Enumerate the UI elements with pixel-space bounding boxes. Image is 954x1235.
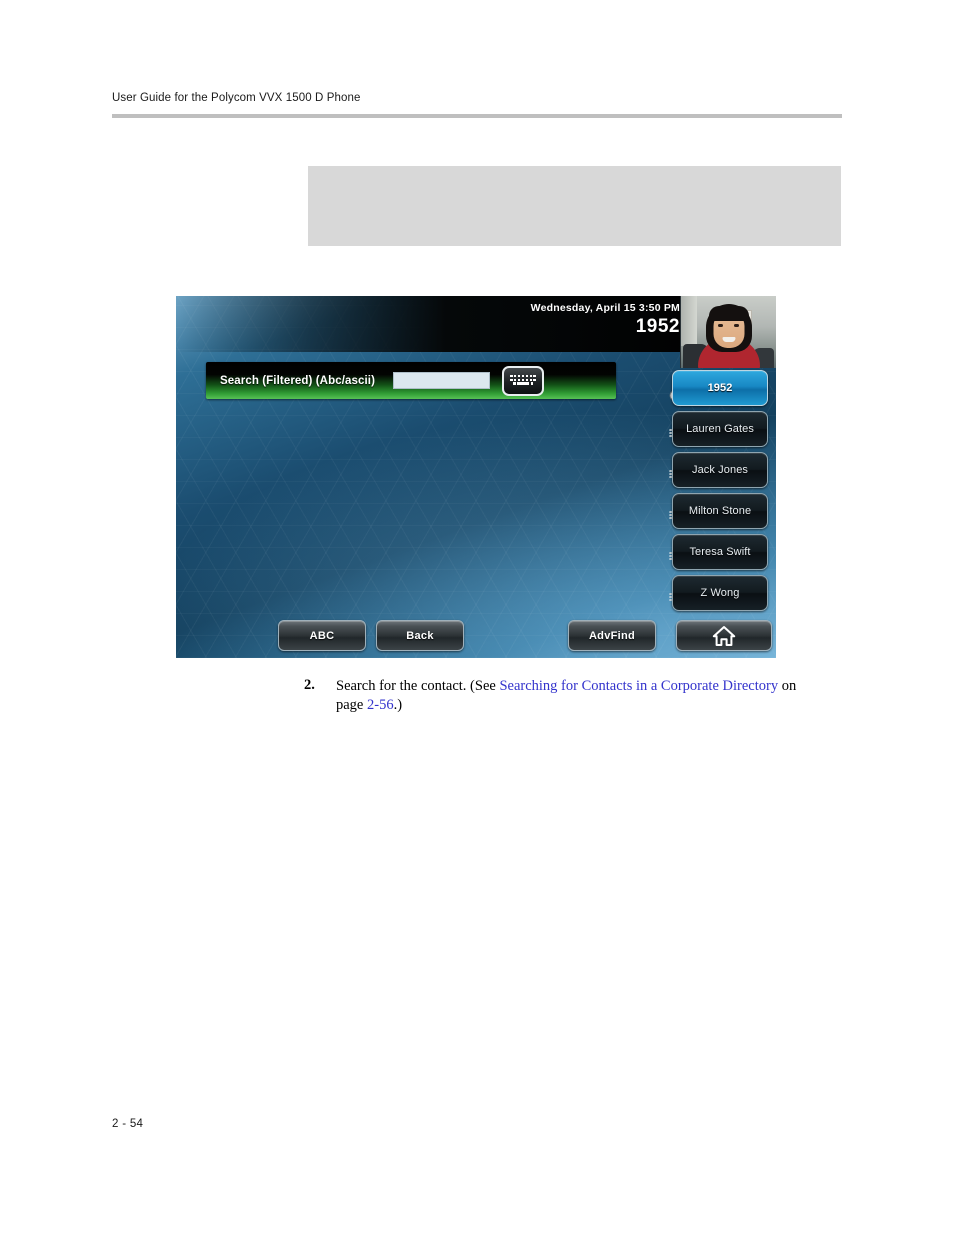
- softkey-label: AdvFind: [588, 629, 636, 642]
- video-person-mouth: [722, 337, 735, 342]
- status-datetime: Wednesday, April 15 3:50 PM: [530, 302, 680, 314]
- contact-label: Teresa Swift: [689, 546, 751, 558]
- video-person-eye-right: [734, 324, 739, 327]
- keyboard-icon[interactable]: [502, 365, 544, 396]
- video-doorframe: [681, 296, 697, 346]
- contact-label: Jack Jones: [691, 464, 749, 476]
- contact-button[interactable]: Z Wong: [672, 575, 768, 611]
- video-person-eye-left: [718, 324, 723, 327]
- contact-row[interactable]: 1952: [668, 368, 772, 409]
- contact-row[interactable]: Milton Stone: [668, 491, 772, 532]
- document-header: User Guide for the Polycom VVX 1500 D Ph…: [112, 92, 842, 104]
- step-text-after: .): [393, 697, 403, 713]
- search-bar[interactable]: Search (Filtered) (Abc/ascii): [206, 362, 616, 399]
- step-item: 2. Search for the contact. (See Searchin…: [304, 677, 804, 715]
- softkey-home[interactable]: [676, 620, 772, 651]
- contact-button[interactable]: Teresa Swift: [672, 534, 768, 570]
- contact-button[interactable]: Milton Stone: [672, 493, 768, 529]
- contact-label: Milton Stone: [688, 505, 752, 517]
- page-number: 2 - 54: [112, 1118, 144, 1130]
- softkey-label: Back: [406, 629, 434, 642]
- home-icon: [712, 625, 736, 647]
- contact-row[interactable]: Lauren Gates: [668, 409, 772, 450]
- contact-row[interactable]: Jack Jones: [668, 450, 772, 491]
- contact-row[interactable]: Teresa Swift: [668, 532, 772, 573]
- softkey-advfind[interactable]: AdvFind: [568, 620, 656, 651]
- step-number: 2.: [304, 677, 315, 693]
- step-body: Search for the contact. (See Searching f…: [336, 677, 804, 715]
- status-extension: 1952: [635, 316, 680, 337]
- video-self-view[interactable]: [680, 296, 776, 368]
- contact-label: Lauren Gates: [686, 423, 754, 435]
- search-label: Search (Filtered) (Abc/ascii): [220, 374, 375, 387]
- contact-list: 1952 Lauren Gates Jack Jones Milton Ston…: [668, 368, 772, 614]
- link-page-reference[interactable]: 2-56: [367, 697, 394, 713]
- header-divider: [112, 114, 842, 118]
- phone-screen: Wednesday, April 15 3:50 PM 1952 Search …: [176, 296, 776, 658]
- search-input[interactable]: [393, 372, 490, 389]
- contact-button[interactable]: Jack Jones: [672, 452, 768, 488]
- link-searching-contacts[interactable]: Searching for Contacts in a Corporate Di…: [499, 678, 778, 694]
- contact-label: 1952: [707, 382, 733, 394]
- contact-label: Z Wong: [700, 587, 740, 599]
- blank-content-block: [308, 166, 841, 246]
- softkey-bar: ABC Back AdvFind: [176, 620, 776, 654]
- contact-button[interactable]: 1952: [672, 370, 768, 406]
- softkey-label: ABC: [309, 629, 335, 642]
- document-header-title: User Guide for the Polycom VVX 1500 D Ph…: [112, 92, 361, 104]
- softkey-back[interactable]: Back: [376, 620, 464, 651]
- status-bar-text-group: Wednesday, April 15 3:50 PM 1952: [531, 302, 680, 338]
- video-person-fringe: [708, 306, 749, 321]
- contact-row[interactable]: Z Wong: [668, 573, 772, 614]
- step-text-before: Search for the contact. (See: [336, 678, 500, 694]
- contact-button[interactable]: Lauren Gates: [672, 411, 768, 447]
- softkey-abc[interactable]: ABC: [278, 620, 366, 651]
